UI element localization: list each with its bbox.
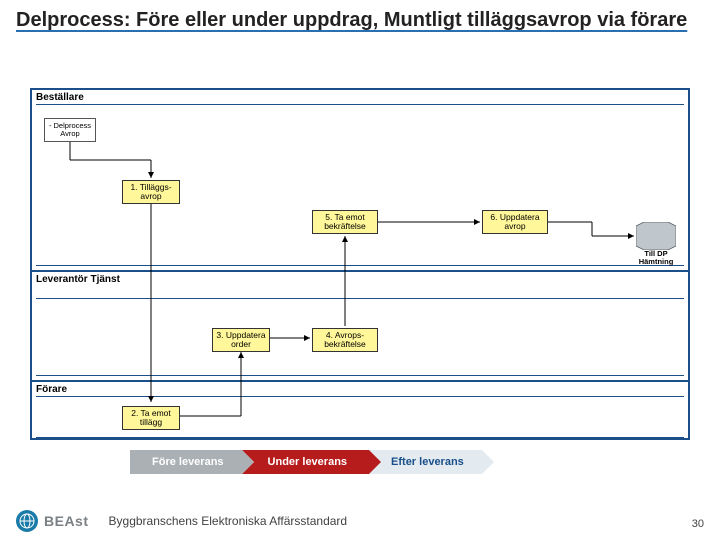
end-node-shape (636, 222, 676, 250)
swimlane-diagram: Beställare - Delprocess Avrop 1. Tillägg… (30, 88, 690, 440)
node-3-uppdatera-order: 3. Uppdatera order (212, 328, 270, 352)
node-1-tillaggsavrop: 1. Tilläggs­avrop (122, 180, 180, 204)
start-node: - Delprocess Avrop (44, 118, 96, 142)
ribbon-efter-leverans: Efter leverans (369, 450, 482, 474)
node-4-avropsbekraftelse: 4. Avrops­bekräftelse (312, 328, 378, 352)
footer-tagline: Byggbranschens Elektroniska Affärsstanda… (109, 514, 348, 528)
brand-text: BEAst (44, 513, 89, 529)
page-title: Delprocess: Före eller under uppdrag, Mu… (0, 0, 720, 35)
node-2-ta-emot-tillagg: 2. Ta emot tillägg (122, 406, 180, 430)
ribbon-fore-leverans: Före leverans (130, 450, 242, 474)
lane-leverantor: Leverantör Tjänst 3. Uppdatera order 4. … (32, 270, 688, 380)
end-node-label: Till DP Hämtning (636, 250, 676, 266)
node-5-ta-emot-bekraftelse: 5. Ta emot bekräftelse (312, 210, 378, 234)
globe-icon (16, 510, 38, 532)
page-number: 30 (692, 518, 704, 530)
ribbon-under-leverans: Under leverans (242, 450, 369, 474)
node-6-uppdatera-avrop: 6. Uppdatera avrop (482, 210, 548, 234)
phase-ribbons: Före leverans Under leverans Efter lever… (130, 450, 482, 474)
lane-label-leverantor: Leverantör Tjänst (36, 274, 120, 285)
lane-bestallare: Beställare - Delprocess Avrop 1. Tillägg… (32, 90, 688, 270)
footer: BEAst Byggbranschens Elektroniska Affärs… (0, 502, 720, 540)
brand-logo: BEAst (16, 510, 89, 532)
lane-label-forare: Förare (36, 384, 67, 395)
lane-label-bestallare: Beställare (36, 92, 84, 103)
lane-forare: Förare 2. Ta emot tillägg (32, 380, 688, 442)
